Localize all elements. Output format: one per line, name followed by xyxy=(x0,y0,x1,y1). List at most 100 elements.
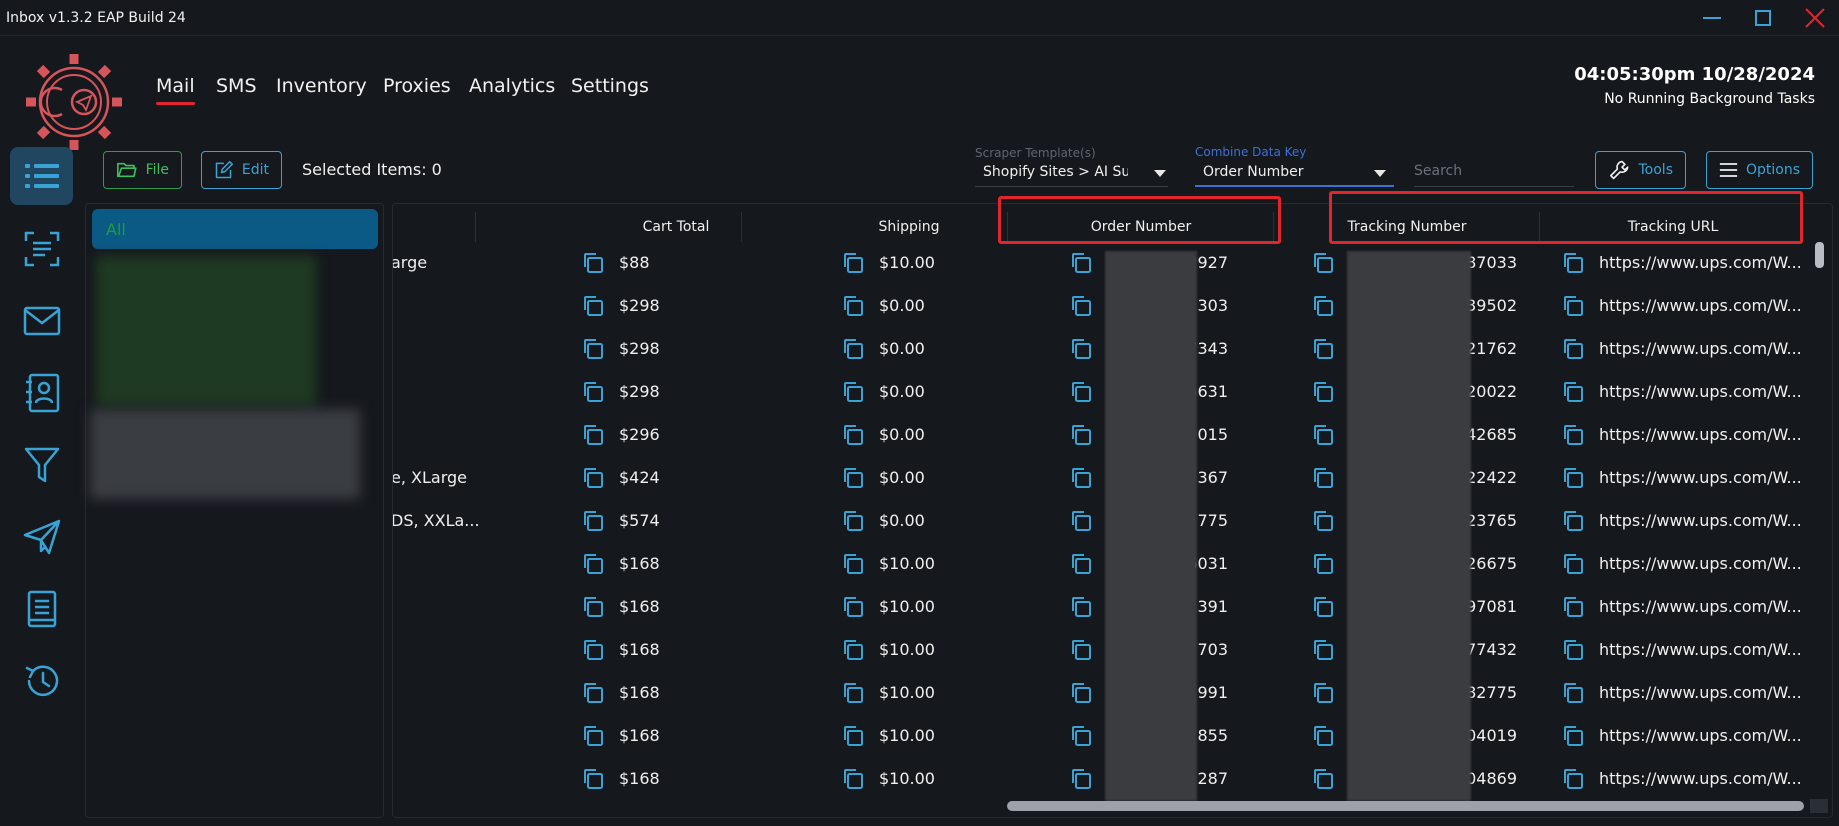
filter-all-item[interactable]: All xyxy=(92,209,378,249)
nav-inventory[interactable]: Inventory xyxy=(276,75,367,97)
copy-icon[interactable] xyxy=(1311,509,1335,533)
copy-icon[interactable] xyxy=(581,294,605,318)
copy-icon[interactable] xyxy=(1069,552,1093,576)
copy-icon[interactable] xyxy=(1561,638,1585,662)
copy-icon[interactable] xyxy=(1561,724,1585,748)
cell-order-number: 367 xyxy=(1197,468,1228,487)
copy-icon[interactable] xyxy=(1561,380,1585,404)
copy-icon[interactable] xyxy=(1069,294,1093,318)
copy-icon[interactable] xyxy=(581,251,605,275)
copy-icon[interactable] xyxy=(1311,423,1335,447)
scraper-template-select[interactable]: Shopify Sites > AI Su... xyxy=(983,164,1128,180)
copy-icon[interactable] xyxy=(841,509,865,533)
copy-icon[interactable] xyxy=(1311,595,1335,619)
minimize-icon[interactable] xyxy=(1698,6,1726,30)
copy-icon[interactable] xyxy=(1069,509,1093,533)
copy-icon[interactable] xyxy=(841,724,865,748)
copy-icon[interactable] xyxy=(581,595,605,619)
copy-icon[interactable] xyxy=(1069,466,1093,490)
copy-icon[interactable] xyxy=(1311,380,1335,404)
copy-icon[interactable] xyxy=(581,423,605,447)
copy-icon[interactable] xyxy=(1561,423,1585,447)
vertical-scrollbar[interactable] xyxy=(1815,242,1824,268)
copy-icon[interactable] xyxy=(841,681,865,705)
copy-icon[interactable] xyxy=(1069,337,1093,361)
copy-icon[interactable] xyxy=(841,595,865,619)
cell-tracking-url: https://www.ups.com/W... xyxy=(1599,425,1802,444)
copy-icon[interactable] xyxy=(1069,681,1093,705)
copy-icon[interactable] xyxy=(1069,724,1093,748)
horizontal-scrollbar[interactable] xyxy=(1007,801,1804,811)
nav-proxies[interactable]: Proxies xyxy=(383,75,451,97)
cell-cart-total: $168 xyxy=(619,769,660,788)
nav-settings[interactable]: Settings xyxy=(571,75,649,97)
sidebar-contacts-button[interactable] xyxy=(10,364,73,422)
copy-icon[interactable] xyxy=(1311,681,1335,705)
nav-mail[interactable]: Mail xyxy=(156,75,195,105)
copy-icon[interactable] xyxy=(1069,638,1093,662)
copy-icon[interactable] xyxy=(1561,552,1585,576)
copy-icon[interactable] xyxy=(581,638,605,662)
scraper-chevron-down-icon[interactable] xyxy=(1154,170,1166,177)
close-icon[interactable] xyxy=(1801,6,1829,30)
sidebar-filter-button[interactable] xyxy=(10,436,73,494)
copy-icon[interactable] xyxy=(581,681,605,705)
copy-icon[interactable] xyxy=(1311,552,1335,576)
maximize-icon[interactable] xyxy=(1749,6,1777,30)
copy-icon[interactable] xyxy=(1561,294,1585,318)
copy-icon[interactable] xyxy=(581,552,605,576)
copy-icon[interactable] xyxy=(1311,767,1335,791)
cell-cart-total: $298 xyxy=(619,296,660,315)
copy-icon[interactable] xyxy=(841,423,865,447)
nav-analytics[interactable]: Analytics xyxy=(469,75,555,97)
sidebar-list-button[interactable] xyxy=(10,147,73,205)
copy-icon[interactable] xyxy=(841,767,865,791)
copy-icon[interactable] xyxy=(1561,595,1585,619)
combine-data-key-select[interactable]: Order Number xyxy=(1203,164,1353,180)
copy-icon[interactable] xyxy=(1311,724,1335,748)
copy-icon[interactable] xyxy=(841,251,865,275)
copy-icon[interactable] xyxy=(841,380,865,404)
copy-icon[interactable] xyxy=(1311,251,1335,275)
search-input[interactable]: Search xyxy=(1414,163,1462,179)
copy-icon[interactable] xyxy=(581,724,605,748)
copy-icon[interactable] xyxy=(1311,337,1335,361)
edit-button[interactable]: Edit xyxy=(201,151,282,189)
copy-icon[interactable] xyxy=(1561,251,1585,275)
sidebar-mail-button[interactable] xyxy=(10,292,73,350)
copy-icon[interactable] xyxy=(841,638,865,662)
copy-icon[interactable] xyxy=(841,294,865,318)
copy-icon[interactable] xyxy=(841,552,865,576)
options-button[interactable]: Options xyxy=(1706,151,1813,189)
copy-icon[interactable] xyxy=(841,337,865,361)
copy-icon[interactable] xyxy=(1561,337,1585,361)
copy-icon[interactable] xyxy=(581,380,605,404)
book-icon xyxy=(27,590,56,628)
copy-icon[interactable] xyxy=(1069,595,1093,619)
column-header-cart-total[interactable]: Cart Total xyxy=(576,214,776,240)
copy-icon[interactable] xyxy=(1069,380,1093,404)
copy-icon[interactable] xyxy=(1561,681,1585,705)
copy-icon[interactable] xyxy=(581,337,605,361)
copy-icon[interactable] xyxy=(581,509,605,533)
copy-icon[interactable] xyxy=(581,767,605,791)
copy-icon[interactable] xyxy=(841,466,865,490)
copy-icon[interactable] xyxy=(1561,767,1585,791)
copy-icon[interactable] xyxy=(1561,509,1585,533)
sidebar-history-button[interactable] xyxy=(10,652,73,710)
copy-icon[interactable] xyxy=(1311,466,1335,490)
copy-icon[interactable] xyxy=(581,466,605,490)
nav-sms[interactable]: SMS xyxy=(216,75,257,97)
sidebar-scan-button[interactable] xyxy=(10,220,73,278)
combine-chevron-down-icon[interactable] xyxy=(1374,170,1386,177)
sidebar-send-button[interactable] xyxy=(10,508,73,566)
copy-icon[interactable] xyxy=(1069,251,1093,275)
copy-icon[interactable] xyxy=(1561,466,1585,490)
sidebar-book-button[interactable] xyxy=(10,580,73,638)
copy-icon[interactable] xyxy=(1311,294,1335,318)
copy-icon[interactable] xyxy=(1311,638,1335,662)
file-button[interactable]: File xyxy=(103,151,182,189)
tools-button[interactable]: Tools xyxy=(1595,151,1686,189)
copy-icon[interactable] xyxy=(1069,767,1093,791)
copy-icon[interactable] xyxy=(1069,423,1093,447)
